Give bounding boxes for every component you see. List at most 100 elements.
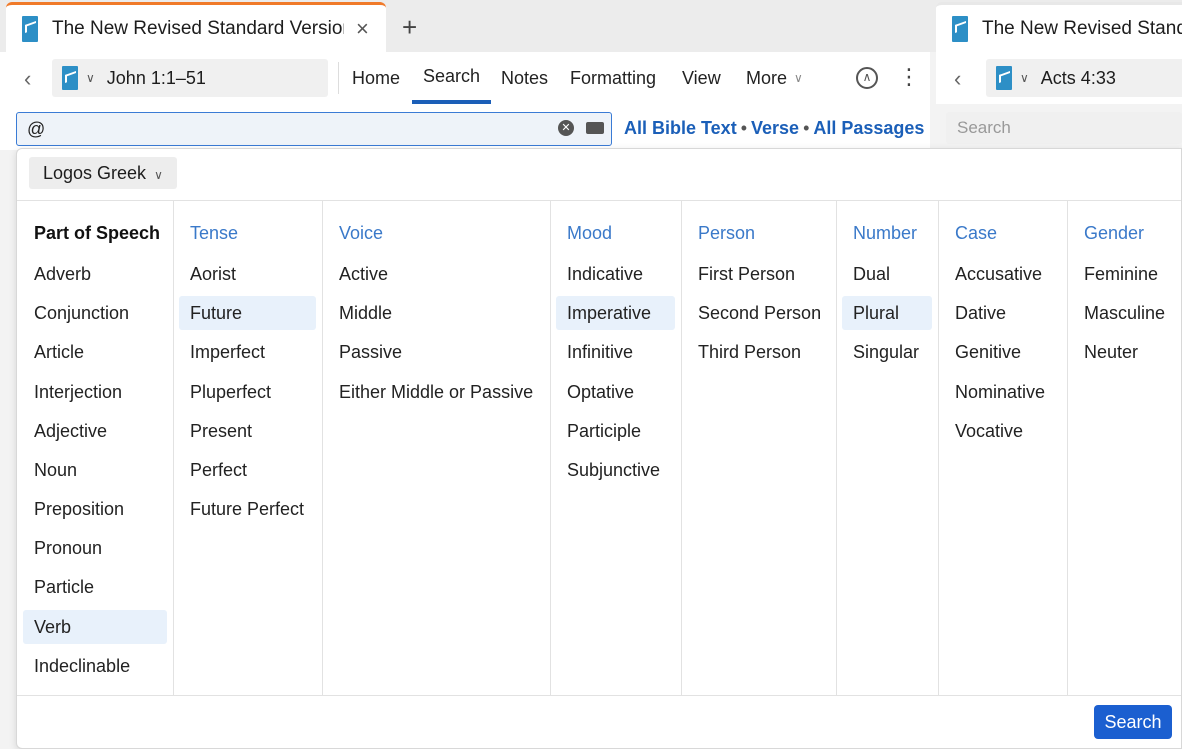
- option-particle[interactable]: Particle: [23, 570, 167, 604]
- option-article[interactable]: Article: [23, 335, 167, 369]
- back-arrow-icon[interactable]: ‹: [24, 66, 31, 92]
- option-pluperfect[interactable]: Pluperfect: [179, 375, 316, 409]
- option-plural[interactable]: Plural: [842, 296, 932, 330]
- right-search-input[interactable]: Search: [946, 112, 1182, 144]
- column-header: Tense: [190, 223, 239, 243]
- right-reference-text[interactable]: Acts 4:33: [1041, 68, 1116, 89]
- option-imperfect[interactable]: Imperfect: [179, 335, 316, 369]
- option-feminine[interactable]: Feminine: [1073, 257, 1178, 291]
- column-number: Number Dual Plural Singular: [837, 201, 939, 695]
- divider: [17, 695, 1181, 696]
- column-header: Part of Speech: [34, 223, 161, 243]
- column-case: Case Accusative Dative Genitive Nominati…: [939, 201, 1068, 695]
- right-panel-toolbar: ‹ ∨ Acts 4:33: [936, 52, 1182, 104]
- option-middle[interactable]: Middle: [328, 296, 544, 330]
- option-preposition[interactable]: Preposition: [23, 492, 167, 526]
- column-mood: Mood Indicative Imperative Infinitive Op…: [551, 201, 682, 695]
- option-dual[interactable]: Dual: [842, 257, 932, 291]
- panel-toolbar: ‹ ∨ John 1:1–51 Home Search Notes Format…: [0, 52, 930, 104]
- nav-formatting[interactable]: Formatting: [570, 52, 656, 104]
- column-header: Person: [698, 223, 756, 243]
- search-scope: All Bible Text • Verse • All Passages: [624, 118, 925, 138]
- option-singular[interactable]: Singular: [842, 335, 932, 369]
- option-nominative[interactable]: Nominative: [944, 375, 1061, 409]
- option-participle[interactable]: Participle: [556, 414, 675, 448]
- morphology-picker: Logos Greek ∨ Part of Speech Adverb Conju…: [16, 148, 1182, 749]
- option-subjunctive[interactable]: Subjunctive: [556, 453, 675, 487]
- column-person: Person First Person Second Person Third …: [682, 201, 837, 695]
- option-aorist[interactable]: Aorist: [179, 257, 316, 291]
- nav-view[interactable]: View: [682, 52, 721, 104]
- option-conjunction[interactable]: Conjunction: [23, 296, 167, 330]
- nrsv-book-icon: [996, 66, 1012, 90]
- option-noun[interactable]: Noun: [23, 453, 167, 487]
- option-optative[interactable]: Optative: [556, 375, 675, 409]
- chevron-up-circle-icon[interactable]: ∧: [856, 67, 878, 89]
- nav-more-label: More: [746, 67, 788, 88]
- tab-title: The New Revised Standard Version: [52, 17, 344, 39]
- column-header: Voice: [339, 223, 384, 243]
- option-perfect[interactable]: Perfect: [179, 453, 316, 487]
- chevron-down-icon: ∨: [794, 71, 803, 85]
- column-header: Gender: [1084, 223, 1145, 243]
- option-active[interactable]: Active: [328, 257, 544, 291]
- option-first-person[interactable]: First Person: [687, 257, 830, 291]
- option-genitive[interactable]: Genitive: [944, 335, 1061, 369]
- chevron-down-icon[interactable]: ∨: [1020, 71, 1029, 85]
- tab-strip: The New Revised Standard Version × + The…: [0, 0, 1182, 52]
- tab-nrsv-second[interactable]: The New Revised Standard Version: [936, 2, 1182, 52]
- option-indeclinable[interactable]: Indeclinable: [23, 649, 167, 683]
- nav-more[interactable]: More ∨: [746, 52, 803, 104]
- search-button[interactable]: Search: [1094, 705, 1172, 739]
- option-future-perfect[interactable]: Future Perfect: [179, 492, 316, 526]
- option-present[interactable]: Present: [179, 414, 316, 448]
- option-adverb[interactable]: Adverb: [23, 257, 167, 291]
- language-dropdown[interactable]: Logos Greek ∨: [29, 157, 177, 189]
- option-third-person[interactable]: Third Person: [687, 335, 830, 369]
- search-input[interactable]: @: [16, 112, 612, 146]
- nav-search[interactable]: Search: [412, 52, 492, 104]
- option-adjective[interactable]: Adjective: [23, 414, 167, 448]
- chevron-down-icon: ∨: [154, 168, 163, 182]
- option-either-middle-or-passive[interactable]: Either Middle or Passive: [328, 375, 544, 409]
- right-reference-box[interactable]: ∨ Acts 4:33: [986, 59, 1182, 97]
- clear-search-icon[interactable]: ✕: [558, 120, 574, 136]
- tab-title: The New Revised Standard Version: [982, 17, 1182, 39]
- option-future[interactable]: Future: [179, 296, 316, 330]
- option-masculine[interactable]: Masculine: [1073, 296, 1178, 330]
- column-header: Case: [955, 223, 998, 243]
- new-tab-button[interactable]: +: [402, 12, 417, 43]
- nav-notes[interactable]: Notes: [501, 52, 548, 104]
- nrsv-book-icon: [952, 15, 968, 42]
- option-dative[interactable]: Dative: [944, 296, 1061, 330]
- close-tab-icon[interactable]: ×: [356, 16, 369, 42]
- column-voice: Voice Active Middle Passive Either Middl…: [323, 201, 551, 695]
- option-accusative[interactable]: Accusative: [944, 257, 1061, 291]
- reference-text[interactable]: John 1:1–51: [107, 68, 206, 89]
- toolbar-divider: [338, 62, 339, 94]
- scope-unit[interactable]: Verse: [751, 118, 799, 138]
- column-part-of-speech: Part of Speech Adverb Conjunction Articl…: [17, 201, 174, 695]
- option-interjection[interactable]: Interjection: [23, 375, 167, 409]
- option-passive[interactable]: Passive: [328, 335, 544, 369]
- scope-range[interactable]: All Bible Text: [624, 118, 737, 138]
- column-header: Mood: [567, 223, 613, 243]
- scope-passages[interactable]: All Passages: [813, 118, 924, 138]
- reference-box[interactable]: ∨ John 1:1–51: [52, 59, 328, 97]
- language-label: Logos Greek: [43, 163, 147, 183]
- option-second-person[interactable]: Second Person: [687, 296, 830, 330]
- option-vocative[interactable]: Vocative: [944, 414, 1061, 448]
- more-options-icon[interactable]: ⋮: [898, 64, 920, 90]
- keyboard-icon[interactable]: [586, 122, 604, 134]
- nav-home[interactable]: Home: [352, 52, 400, 104]
- search-row: @ ✕ All Bible Text • Verse • All Passages: [0, 104, 930, 150]
- chevron-down-icon[interactable]: ∨: [86, 71, 95, 85]
- option-neuter[interactable]: Neuter: [1073, 335, 1178, 369]
- option-infinitive[interactable]: Infinitive: [556, 335, 675, 369]
- back-arrow-icon[interactable]: ‹: [954, 66, 961, 92]
- option-verb[interactable]: Verb: [23, 610, 167, 644]
- option-pronoun[interactable]: Pronoun: [23, 531, 167, 565]
- option-imperative[interactable]: Imperative: [556, 296, 675, 330]
- tab-nrsv-active[interactable]: The New Revised Standard Version ×: [6, 2, 386, 52]
- option-indicative[interactable]: Indicative: [556, 257, 675, 291]
